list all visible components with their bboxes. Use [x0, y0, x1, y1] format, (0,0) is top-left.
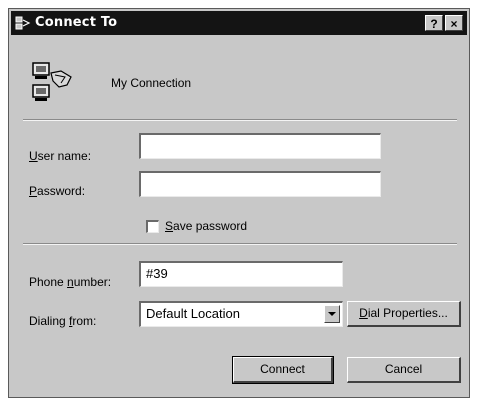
- password-label: Password:: [29, 184, 86, 198]
- title-bar[interactable]: Connect To ? ×: [11, 11, 467, 35]
- phone-number-label: Phone number:: [29, 275, 112, 289]
- dialing-from-select[interactable]: Default Location: [139, 301, 343, 327]
- separator-middle: [23, 243, 457, 245]
- dialing-from-value: Default Location: [146, 306, 240, 321]
- dial-properties-button[interactable]: Dial Properties...: [347, 301, 461, 327]
- connect-to-dialog: Connect To ? × My Connection User name: …: [8, 8, 470, 398]
- network-computers-icon: [32, 62, 72, 101]
- cancel-button[interactable]: Cancel: [347, 357, 461, 383]
- username-label: User name:: [29, 149, 92, 163]
- connection-name: My Connection: [111, 76, 192, 90]
- close-button[interactable]: ×: [445, 15, 463, 31]
- connect-button[interactable]: Connect: [232, 356, 334, 384]
- help-button[interactable]: ?: [425, 15, 443, 31]
- phone-number-field[interactable]: #39: [139, 261, 343, 287]
- window-title: Connect To: [35, 15, 118, 30]
- dialing-from-label: Dialing from:: [29, 314, 97, 328]
- username-field[interactable]: [139, 133, 381, 159]
- save-password-label[interactable]: Save password: [165, 219, 247, 233]
- dropdown-arrow-icon[interactable]: [324, 305, 340, 323]
- save-password-checkbox[interactable]: [146, 220, 159, 233]
- password-field[interactable]: [139, 171, 381, 197]
- separator-top: [23, 119, 457, 121]
- dial-up-icon: [15, 16, 31, 30]
